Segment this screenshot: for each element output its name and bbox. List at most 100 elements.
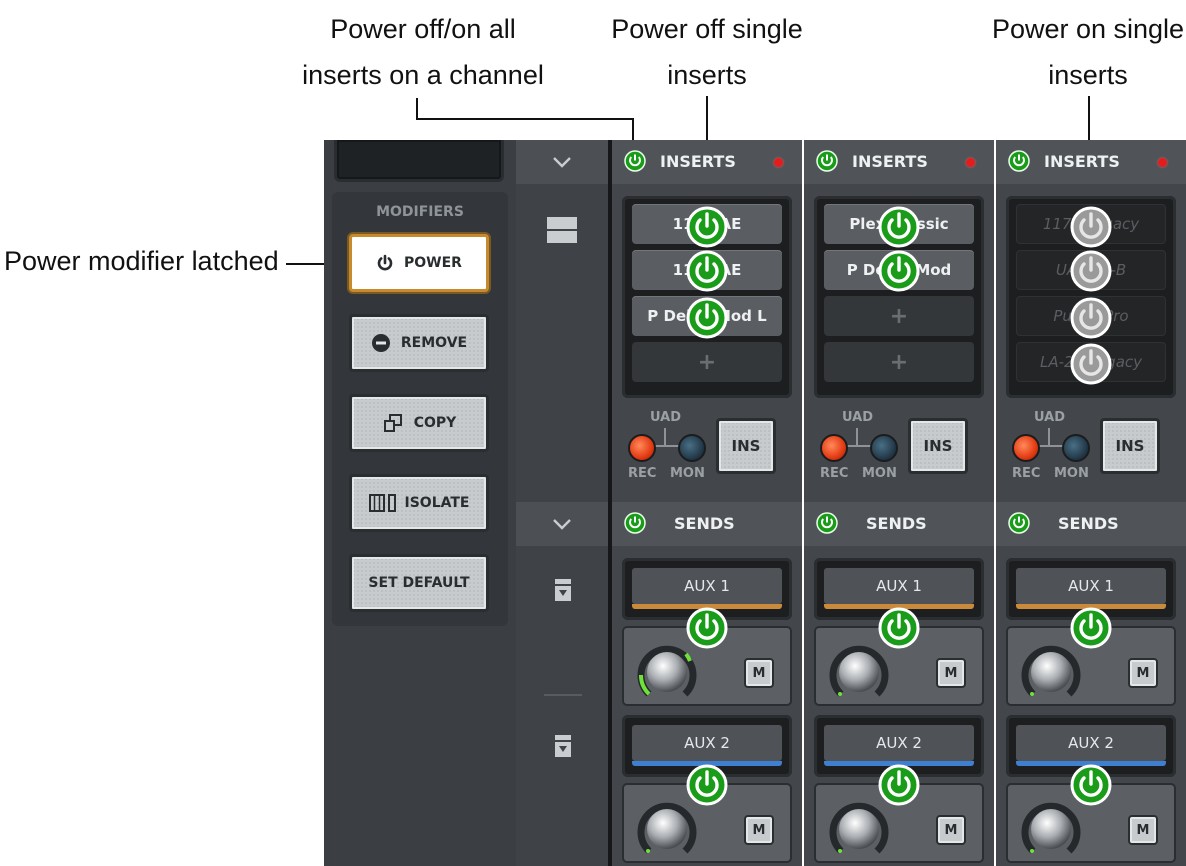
mute-button[interactable]: M xyxy=(936,815,966,845)
clip-led xyxy=(774,158,783,167)
send-down-icon[interactable] xyxy=(554,578,572,606)
power-on-icon[interactable] xyxy=(878,250,920,292)
leader-line xyxy=(416,118,634,120)
sends-header: SENDS xyxy=(612,502,802,546)
annotation-line: Power off single xyxy=(611,14,803,44)
channel-strip: INSERTS 1176 AE 1176 AE P Delay Mod L + … xyxy=(612,140,802,866)
sends-header: SENDS xyxy=(804,502,994,546)
uad-rec-mon-control: UAD REC MON INS xyxy=(996,410,1186,490)
sends-label: SENDS xyxy=(674,514,735,533)
rec-button[interactable] xyxy=(1012,434,1040,462)
modifiers-box: MODIFIERS POWER REMOVE COPY ISOLATE SET … xyxy=(332,192,508,626)
mon-label: MON xyxy=(1054,466,1089,481)
sends-label: SENDS xyxy=(866,514,927,533)
mute-button[interactable]: M xyxy=(1128,815,1158,845)
copy-modifier-button[interactable]: COPY xyxy=(349,394,489,452)
power-on-icon[interactable] xyxy=(686,206,728,248)
send-power-icon[interactable] xyxy=(1070,764,1112,806)
chevron-down-icon xyxy=(552,515,572,534)
sends-collapse-button[interactable] xyxy=(516,502,608,546)
channel-strip: INSERTS Plex Classic P Delay Mod + + UAD… xyxy=(804,140,994,866)
uad-label: UAD xyxy=(1034,410,1066,425)
mon-label: MON xyxy=(670,466,705,481)
power-modifier-button[interactable]: POWER xyxy=(349,234,489,292)
mon-button[interactable] xyxy=(1062,434,1090,462)
set-default-label: SET DEFAULT xyxy=(368,575,470,591)
ins-button[interactable]: INS xyxy=(1100,418,1160,474)
clip-led xyxy=(1158,158,1167,167)
isolate-modifier-label: ISOLATE xyxy=(404,495,470,511)
annotation-single-off: Power off single inserts xyxy=(604,6,810,98)
annotation-all-inserts: Power off/on all inserts on a channel xyxy=(300,6,546,98)
power-icon[interactable] xyxy=(624,150,646,176)
copy-icon xyxy=(382,413,404,433)
send-power-icon[interactable] xyxy=(878,607,920,649)
mute-button[interactable]: M xyxy=(1128,658,1158,688)
uad-label: UAD xyxy=(842,410,874,425)
annotation-line: Power off/on all xyxy=(330,14,516,44)
mon-button[interactable] xyxy=(870,434,898,462)
aux-label: AUX 1 xyxy=(1016,568,1166,604)
inserts-header: INSERTS xyxy=(804,140,994,184)
channel-strip: INSERTS 1176 Legacy UA 610-B Pultec Pro … xyxy=(996,140,1186,866)
layout-icon[interactable] xyxy=(546,216,578,248)
inserts-collapse-button[interactable] xyxy=(516,140,608,184)
power-off-icon[interactable] xyxy=(1070,206,1112,248)
send-power-icon[interactable] xyxy=(686,764,728,806)
empty-insert-slot[interactable]: + xyxy=(824,342,974,382)
mon-button[interactable] xyxy=(678,434,706,462)
chevron-down-icon xyxy=(552,153,572,172)
power-icon[interactable] xyxy=(1008,512,1030,538)
send-power-icon[interactable] xyxy=(1070,607,1112,649)
inserts-header: INSERTS xyxy=(612,140,802,184)
power-icon[interactable] xyxy=(816,150,838,176)
set-default-button[interactable]: SET DEFAULT xyxy=(349,554,489,612)
sends-label: SENDS xyxy=(1058,514,1119,533)
remove-modifier-button[interactable]: REMOVE xyxy=(349,314,489,372)
send-power-icon[interactable] xyxy=(878,764,920,806)
minus-circle-icon xyxy=(371,333,391,353)
power-modifier-label: POWER xyxy=(404,255,462,271)
inserts-label: INSERTS xyxy=(660,152,736,171)
empty-insert-slot[interactable]: + xyxy=(632,342,782,382)
power-icon[interactable] xyxy=(624,512,646,538)
uad-line xyxy=(1048,428,1050,446)
mute-button[interactable]: M xyxy=(936,658,966,688)
empty-insert-slot[interactable]: + xyxy=(824,296,974,336)
power-on-icon[interactable] xyxy=(878,206,920,248)
uad-line xyxy=(856,428,858,446)
isolate-modifier-button[interactable]: ISOLATE xyxy=(349,474,489,532)
uad-line xyxy=(1036,445,1064,447)
leader-line xyxy=(416,98,418,120)
annotation-line: inserts xyxy=(1048,60,1128,90)
uad-line xyxy=(844,445,872,447)
ins-button[interactable]: INS xyxy=(716,418,776,474)
power-icon[interactable] xyxy=(816,512,838,538)
aux-label: AUX 1 xyxy=(632,568,782,604)
power-off-icon[interactable] xyxy=(1070,343,1112,385)
rec-button[interactable] xyxy=(628,434,656,462)
mon-label: MON xyxy=(862,466,897,481)
uad-rec-mon-control: UAD REC MON INS xyxy=(804,410,994,490)
annotation-line: inserts on a channel xyxy=(302,60,544,90)
modifiers-panel: MODIFIERS POWER REMOVE COPY ISOLATE SET … xyxy=(324,140,516,866)
power-off-icon[interactable] xyxy=(1070,297,1112,339)
rec-button[interactable] xyxy=(820,434,848,462)
uad-line xyxy=(664,428,666,446)
remove-modifier-label: REMOVE xyxy=(400,335,468,351)
power-on-icon[interactable] xyxy=(686,297,728,339)
power-on-icon[interactable] xyxy=(686,250,728,292)
inserts-label: INSERTS xyxy=(1044,152,1120,171)
power-off-icon[interactable] xyxy=(1070,250,1112,292)
uad-label: UAD xyxy=(650,410,682,425)
modifiers-title: MODIFIERS xyxy=(376,204,464,220)
send-power-icon[interactable] xyxy=(686,607,728,649)
mute-button[interactable]: M xyxy=(744,815,774,845)
top-readout xyxy=(334,140,504,182)
send-down-icon[interactable] xyxy=(554,734,572,762)
power-icon[interactable] xyxy=(1008,150,1030,176)
mute-button[interactable]: M xyxy=(744,658,774,688)
annotation-line: Power on single xyxy=(991,14,1185,44)
ins-button[interactable]: INS xyxy=(908,418,968,474)
aux-label: AUX 2 xyxy=(632,725,782,761)
